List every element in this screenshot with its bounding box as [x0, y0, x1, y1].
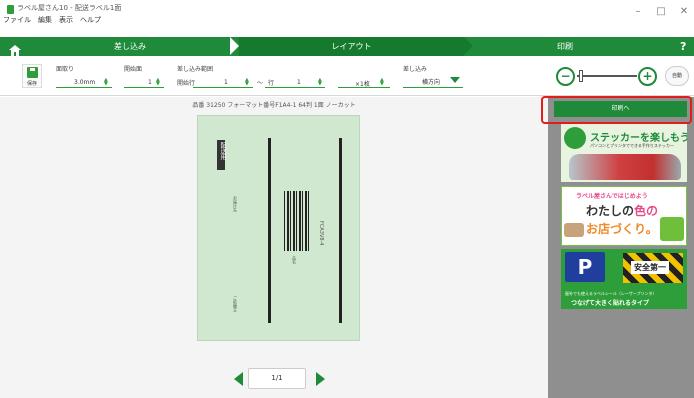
step-divider — [464, 37, 473, 55]
label-title: 配送用 — [219, 142, 226, 160]
prev-page-button[interactable] — [234, 372, 243, 386]
start-label: 開始面 — [124, 66, 143, 73]
step-merge[interactable]: 差し込み — [30, 37, 230, 56]
margin-label: 面取り — [56, 66, 75, 73]
range-to-label: 行 — [268, 80, 275, 87]
start-underline — [124, 87, 164, 88]
car-image — [569, 154, 681, 180]
range-from-input[interactable]: 1 — [224, 79, 228, 86]
range-from-stepper-icon[interactable]: ▲ ▼ — [245, 78, 249, 87]
range-label: 差し込み範囲 — [177, 66, 214, 73]
banner-subtitle: パソコンとプリンタでできる手作りステッカー — [590, 143, 674, 148]
banner-subtitle: 屋外でも使えるラベルシール（レーザープリンタ） — [565, 291, 657, 296]
sticker-banner[interactable]: ステッカーを楽しもう パソコンとプリンタでできる手作りステッカー — [561, 124, 687, 182]
copies-stepper-icon[interactable]: ▲ ▼ — [380, 78, 384, 87]
margin-stepper-icon[interactable]: ▲ ▼ — [104, 78, 108, 87]
help-icon[interactable]: ? — [680, 37, 686, 56]
menu-bar: ファイル 編集 表示 ヘルプ — [3, 15, 101, 25]
banner-title: ステッカーを楽しもう — [590, 133, 687, 144]
print-button-highlight — [541, 96, 692, 124]
sign-image — [660, 217, 684, 241]
chevron-down-icon[interactable] — [450, 77, 460, 83]
menu-file[interactable]: ファイル — [3, 15, 31, 25]
menu-help[interactable]: ヘルプ — [80, 15, 101, 25]
window-title: ラベル屋さん10 - 配送ラベル1面 — [17, 4, 122, 12]
save-button[interactable]: 保存 — [22, 64, 42, 88]
zoom-slider-handle[interactable] — [579, 70, 583, 82]
cake-image — [564, 223, 584, 237]
parking-sign-icon: P — [565, 252, 605, 282]
title-bar: ラベル屋さん10 - 配送ラベル1面 ファイル 編集 表示 ヘルプ – □ ✕ — [0, 0, 694, 27]
start-input[interactable]: 1 — [148, 79, 152, 86]
maximize-button[interactable]: □ — [654, 6, 668, 17]
step-divider — [230, 37, 239, 55]
app-icon — [7, 5, 14, 14]
step-navigation: 差し込み レイアウト 印刷 ? — [0, 37, 694, 56]
label-rule — [339, 138, 342, 323]
label-preview[interactable]: 配送用 お届け先 ご依頼主 品名 FCA3V8-4 — [197, 115, 360, 341]
banner-line1-accent: 色の — [634, 204, 659, 218]
close-button[interactable]: ✕ — [677, 6, 691, 17]
range-to-underline — [265, 87, 325, 88]
home-icon[interactable] — [9, 41, 21, 56]
step-layout[interactable]: レイアウト — [239, 37, 464, 56]
direction-underline — [403, 87, 463, 88]
shop-banner[interactable]: ラベル屋さんではじめよう わたしの色の お店づくり。 — [561, 186, 687, 246]
barcode — [284, 191, 310, 251]
label-text: 品名 — [292, 256, 297, 264]
zoom-slider[interactable] — [577, 75, 637, 77]
menu-view[interactable]: 表示 — [59, 15, 73, 25]
margin-input[interactable]: 3.0mm — [74, 79, 95, 86]
label-text: FCA3V8-4 — [318, 221, 324, 246]
label-text: お届け先 — [233, 196, 238, 212]
safety-sign-text: 安全第一 — [631, 261, 669, 274]
banner-line2: お店づくり。 — [586, 222, 658, 236]
range-dash: 〜 — [257, 80, 264, 87]
auto-zoom-button[interactable]: 自動 — [665, 66, 689, 86]
banner-badge-icon — [564, 127, 586, 149]
toolbar: 保存 面取り 3.0mm ▲ ▼ 開始面 1 ▲ ▼ 差し込み範囲 開始行 1 ▲ ▼… — [0, 56, 694, 96]
range-to-input[interactable]: 1 — [297, 79, 301, 86]
banner-tagline: つなげて大きく貼れるタイプ — [571, 300, 650, 307]
direction-select[interactable]: 横方向 — [422, 77, 440, 86]
margin-underline — [56, 87, 112, 88]
page-indicator: 1/1 — [248, 368, 306, 389]
range-from-underline — [193, 87, 253, 88]
format-info: 品番 31250 フォーマット番号F1A4-1 64判 1面 ノーカット — [192, 102, 356, 109]
minimize-button[interactable]: – — [631, 6, 645, 17]
direction-label: 差し込み — [403, 66, 428, 73]
next-page-button[interactable] — [316, 372, 325, 386]
save-label: 保存 — [26, 81, 37, 87]
range-to-stepper-icon[interactable]: ▲ ▼ — [318, 78, 322, 87]
start-stepper-icon[interactable]: ▲ ▼ — [156, 78, 160, 87]
banner-pretitle: ラベル屋さんではじめよう — [576, 193, 648, 200]
menu-edit[interactable]: 編集 — [38, 15, 52, 25]
zoom-in-button[interactable]: + — [638, 67, 657, 86]
range-from-label: 開始行 — [177, 80, 196, 87]
label-rule — [268, 138, 271, 323]
outdoor-banner[interactable]: P 安全第一 屋外でも使えるラベルシール（レーザープリンタ） つなげて大きく貼れ… — [561, 249, 687, 309]
step-print[interactable]: 印刷 — [475, 37, 655, 56]
zoom-out-button[interactable]: − — [556, 67, 575, 86]
banner-line1: わたしの色の — [586, 202, 658, 219]
label-text: ご依頼主 — [233, 296, 238, 312]
save-icon — [27, 67, 38, 78]
banner-line1-text: わたしの — [586, 204, 635, 218]
copies-underline — [338, 87, 390, 88]
